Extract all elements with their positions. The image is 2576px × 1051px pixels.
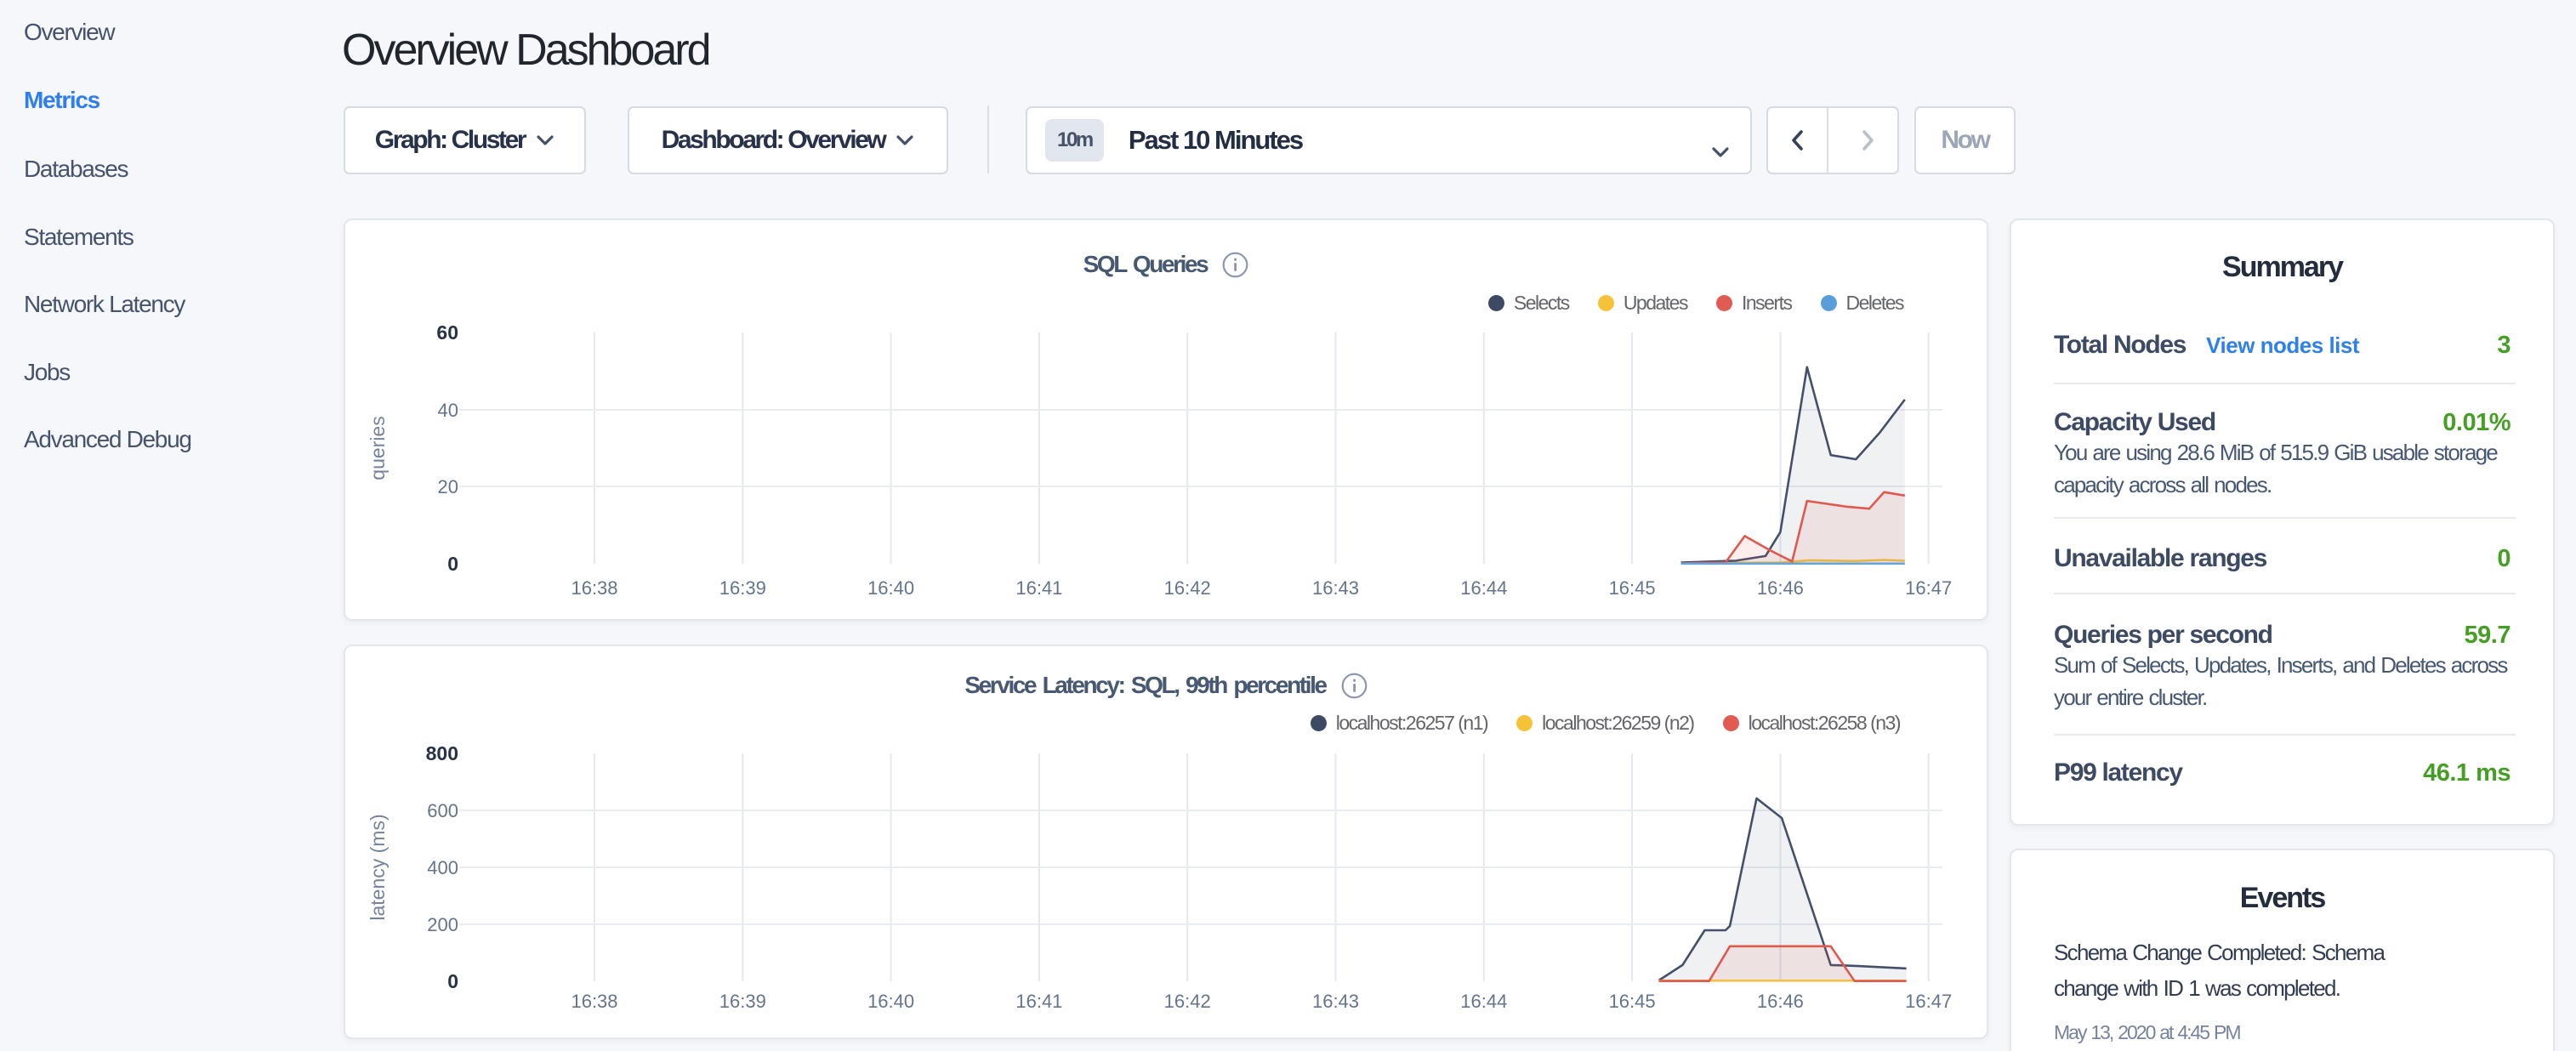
svg-text:latency (ms): latency (ms) <box>367 814 389 920</box>
svg-text:16:40: 16:40 <box>867 577 914 599</box>
svg-text:16:44: 16:44 <box>1460 991 1507 1012</box>
svg-text:queries: queries <box>367 416 389 480</box>
svg-text:16:47: 16:47 <box>1905 577 1952 599</box>
svg-text:16:38: 16:38 <box>571 991 617 1012</box>
svg-text:16:44: 16:44 <box>1460 577 1507 599</box>
svg-text:16:40: 16:40 <box>867 991 914 1012</box>
svg-text:0: 0 <box>447 970 458 992</box>
svg-text:16:39: 16:39 <box>719 991 766 1012</box>
svg-text:16:47: 16:47 <box>1905 991 1952 1012</box>
svg-text:16:43: 16:43 <box>1312 991 1359 1012</box>
svg-text:16:46: 16:46 <box>1757 991 1804 1012</box>
svg-text:20: 20 <box>438 476 458 497</box>
svg-text:16:45: 16:45 <box>1609 991 1656 1012</box>
svg-text:16:38: 16:38 <box>571 577 617 599</box>
svg-text:200: 200 <box>427 914 458 935</box>
svg-text:16:45: 16:45 <box>1609 577 1656 599</box>
svg-text:16:42: 16:42 <box>1164 577 1211 599</box>
svg-text:16:43: 16:43 <box>1312 577 1359 599</box>
svg-text:40: 40 <box>438 400 458 421</box>
svg-text:0: 0 <box>447 553 458 575</box>
svg-text:16:41: 16:41 <box>1015 577 1062 599</box>
svg-text:400: 400 <box>427 857 458 878</box>
svg-text:16:42: 16:42 <box>1164 991 1211 1012</box>
svg-text:16:41: 16:41 <box>1015 991 1062 1012</box>
svg-text:800: 800 <box>426 742 458 764</box>
svg-text:60: 60 <box>436 321 458 344</box>
svg-text:600: 600 <box>427 800 458 821</box>
svg-text:16:39: 16:39 <box>719 577 766 599</box>
svg-text:16:46: 16:46 <box>1757 577 1804 599</box>
